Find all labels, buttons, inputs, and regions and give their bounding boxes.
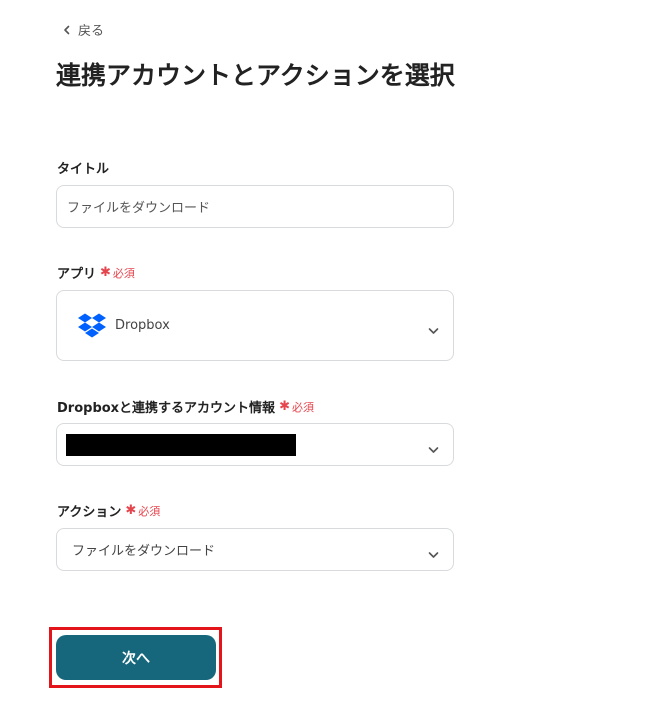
chevron-down-icon xyxy=(428,321,439,340)
page: 戻る 連携アカウントとアクションを選択 タイトル アプリ ✱ 必須 Dropbo… xyxy=(0,0,670,707)
action-select[interactable]: ファイルをダウンロード xyxy=(56,528,454,571)
required-text: 必須 xyxy=(112,266,135,280)
title-input[interactable] xyxy=(56,185,454,228)
required-text: 必須 xyxy=(138,504,161,518)
chevron-left-icon xyxy=(62,25,72,35)
redacted-account-value xyxy=(66,434,296,456)
required-badge: ✱ 必須 xyxy=(125,503,160,519)
next-button[interactable]: 次へ xyxy=(56,635,216,680)
action-field-label-text: アクション xyxy=(57,505,122,520)
action-field-label: アクション ✱ 必須 xyxy=(57,501,160,520)
required-badge: ✱ 必須 xyxy=(100,265,135,281)
title-field-label-text: タイトル xyxy=(57,162,110,177)
app-select-value: Dropbox xyxy=(115,318,170,333)
asterisk-icon: ✱ xyxy=(100,265,111,280)
action-select-value: ファイルをダウンロード xyxy=(72,544,216,559)
app-select[interactable]: Dropbox xyxy=(56,290,454,361)
dropbox-logo-icon xyxy=(77,313,115,339)
title-field-label: タイトル xyxy=(57,158,109,177)
app-field-label: アプリ ✱ 必須 xyxy=(57,263,135,282)
back-label: 戻る xyxy=(78,24,105,39)
asterisk-icon: ✱ xyxy=(279,399,290,414)
account-field-label-text: Dropboxと連携するアカウント情報 xyxy=(57,401,276,416)
page-title: 連携アカウントとアクションを選択 xyxy=(56,61,455,90)
app-field-label-text: アプリ xyxy=(57,267,97,282)
required-text: 必須 xyxy=(291,400,314,414)
account-field-label: Dropboxと連携するアカウント情報 ✱ 必須 xyxy=(57,397,314,416)
required-badge: ✱ 必須 xyxy=(279,399,314,415)
chevron-down-icon xyxy=(428,440,439,459)
back-link[interactable]: 戻る xyxy=(62,20,104,39)
account-select[interactable] xyxy=(56,423,454,466)
asterisk-icon: ✱ xyxy=(125,503,137,518)
chevron-down-icon xyxy=(428,545,439,564)
